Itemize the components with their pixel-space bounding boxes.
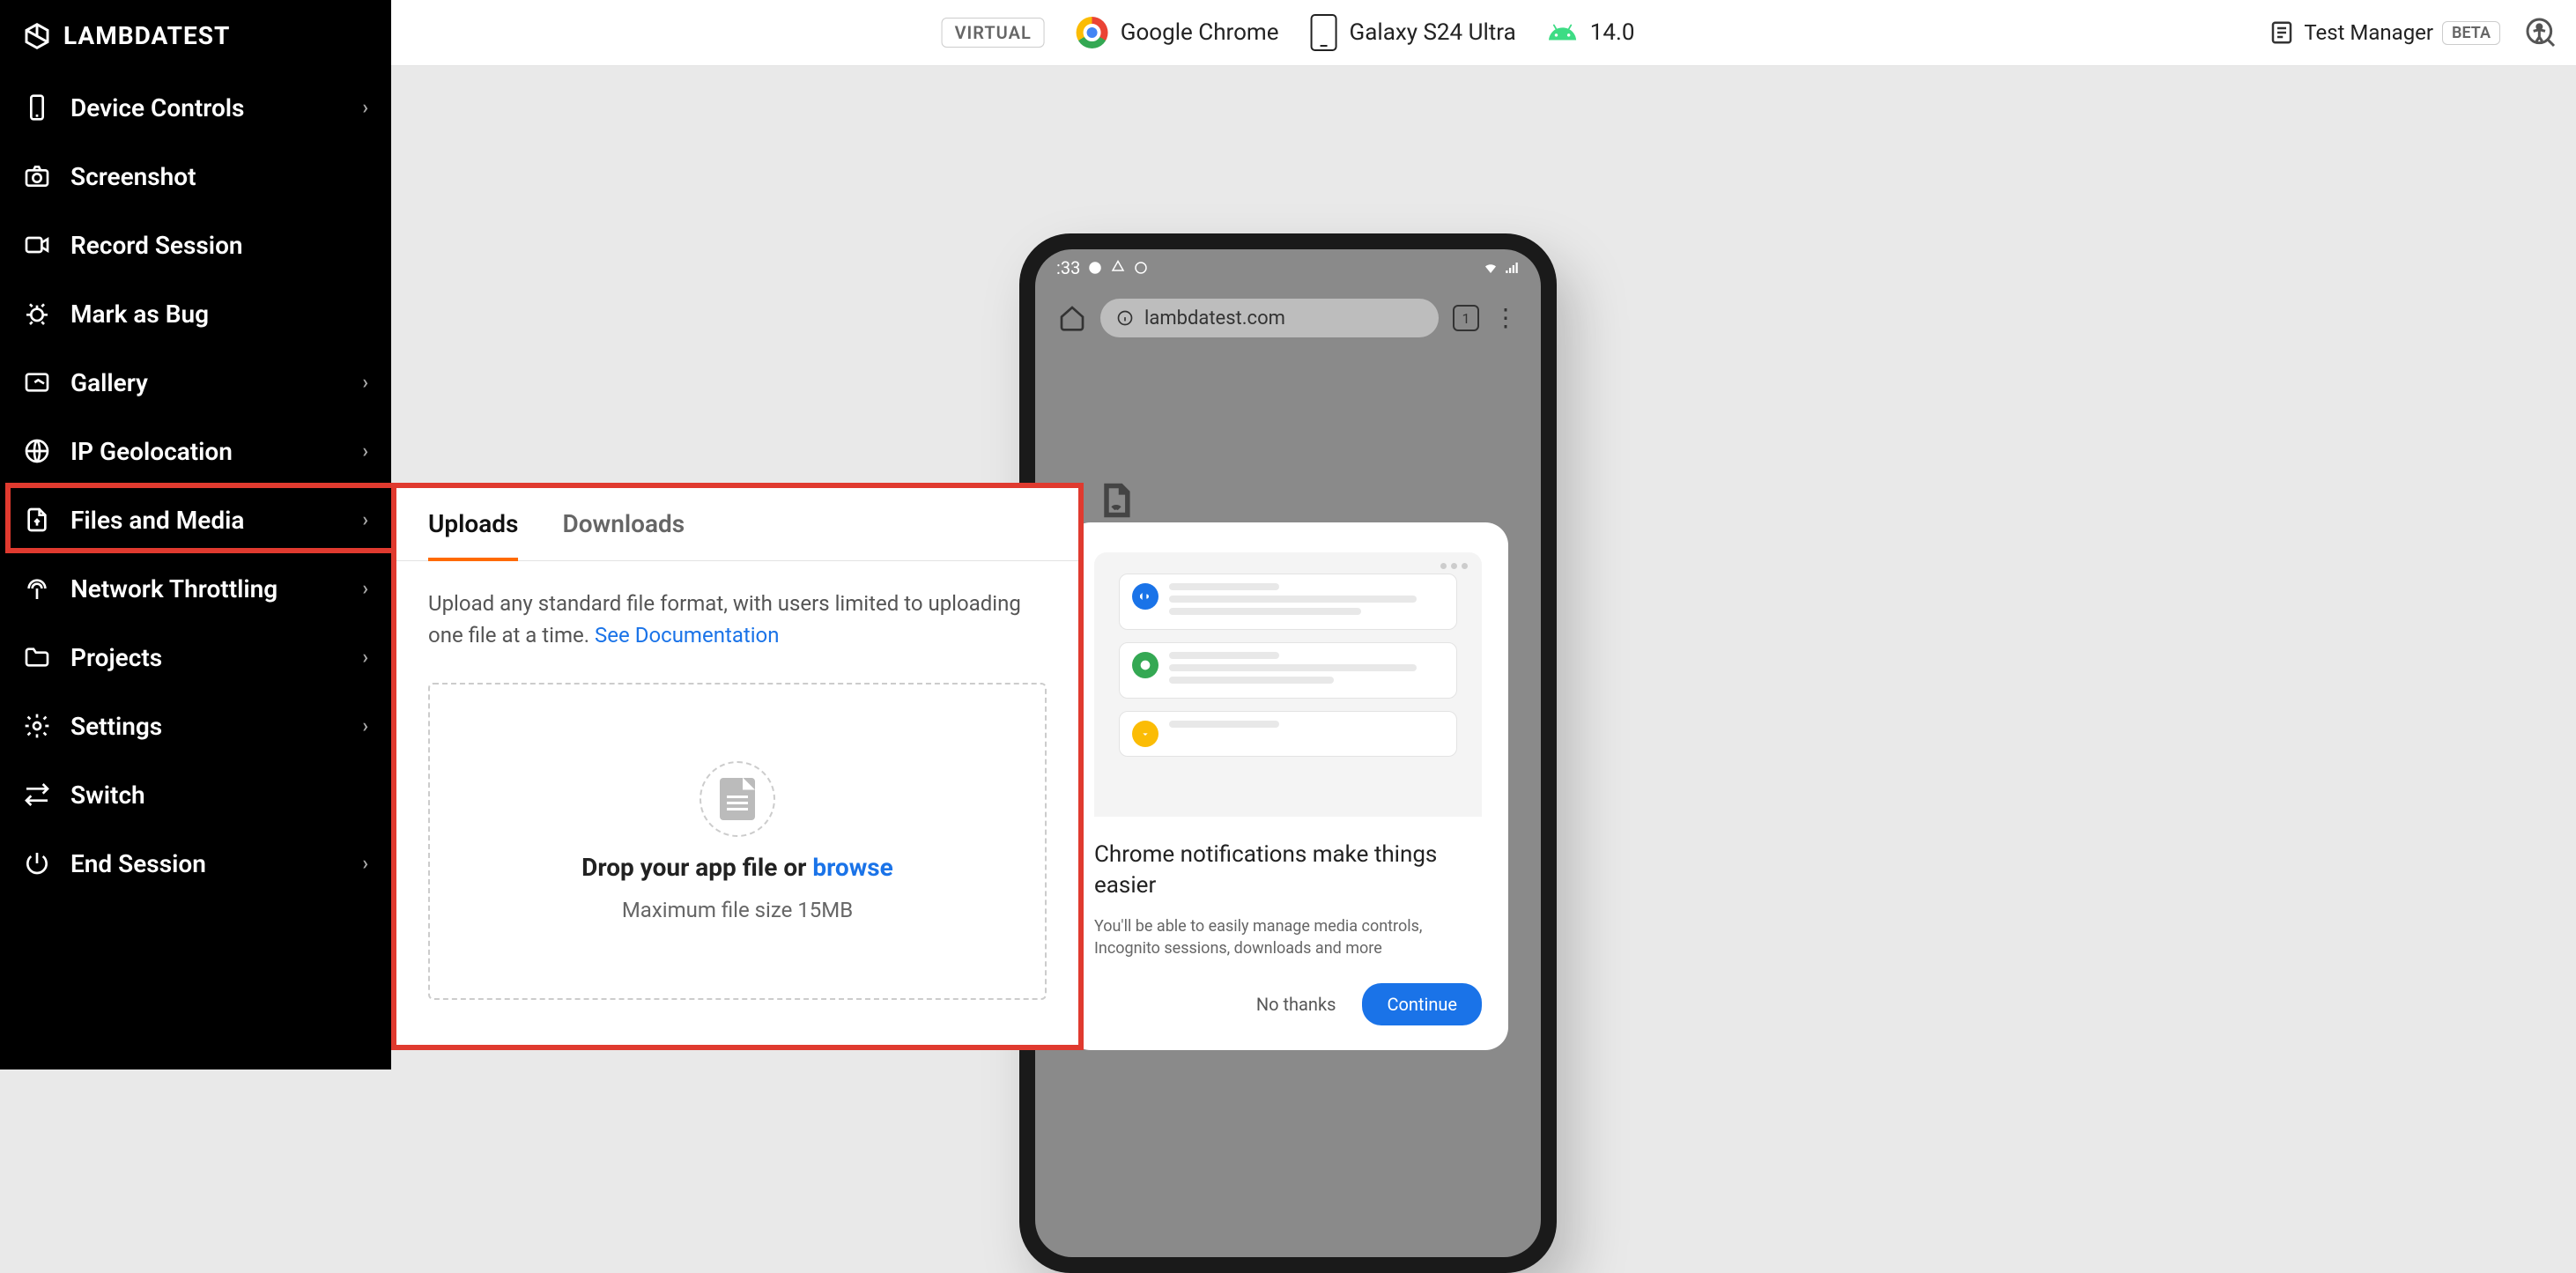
test-manager-icon bbox=[2269, 19, 2295, 46]
logo-icon bbox=[23, 22, 51, 50]
os-label: 14.0 bbox=[1590, 19, 1635, 46]
bug-icon bbox=[23, 300, 51, 328]
modal-title: Chrome notifications make things easier bbox=[1094, 840, 1482, 901]
device-label: Galaxy S24 Ultra bbox=[1350, 19, 1516, 46]
gallery-icon bbox=[23, 368, 51, 396]
status-time: :33 bbox=[1056, 257, 1080, 278]
device-controls-icon bbox=[23, 93, 51, 122]
sidebar-item-settings[interactable]: Settings › bbox=[0, 692, 391, 760]
continue-button[interactable]: Continue bbox=[1362, 983, 1482, 1025]
device-selector[interactable]: Galaxy S24 Ultra bbox=[1311, 14, 1516, 51]
chevron-right-icon: › bbox=[362, 440, 368, 463]
files-icon bbox=[23, 506, 51, 534]
chevron-right-icon: › bbox=[362, 509, 368, 531]
sidebar-label: Mark as Bug bbox=[70, 300, 209, 329]
browser-label: Google Chrome bbox=[1121, 19, 1279, 46]
beta-badge: BETA bbox=[2442, 21, 2500, 45]
signal-icon bbox=[1504, 260, 1520, 276]
sidebar-item-switch[interactable]: Switch bbox=[0, 760, 391, 829]
chevron-right-icon: › bbox=[362, 715, 368, 737]
home-icon[interactable] bbox=[1058, 304, 1086, 332]
chevron-right-icon: › bbox=[362, 853, 368, 875]
accessibility-icon[interactable] bbox=[2523, 15, 2558, 50]
tab-downloads[interactable]: Downloads bbox=[562, 509, 685, 560]
sidebar-label: Device Controls bbox=[70, 93, 244, 122]
status-bar: :33 bbox=[1035, 249, 1541, 286]
status-icon bbox=[1133, 260, 1149, 276]
url-text: lambdatest.com bbox=[1144, 307, 1285, 329]
panel-tabs: Uploads Downloads bbox=[396, 488, 1078, 561]
chevron-right-icon: › bbox=[362, 97, 368, 119]
tab-uploads[interactable]: Uploads bbox=[428, 509, 518, 561]
sidebar-item-device-controls[interactable]: Device Controls › bbox=[0, 73, 391, 142]
sidebar-item-screenshot[interactable]: Screenshot bbox=[0, 142, 391, 211]
sidebar: LAMBDATEST Device Controls › Screenshot … bbox=[0, 0, 391, 1069]
device-preview: :33 lambdatest.com 1 ⋮ bbox=[1019, 233, 1557, 1273]
chevron-right-icon: › bbox=[362, 578, 368, 600]
phone-icon bbox=[1311, 14, 1337, 51]
file-icon bbox=[720, 778, 755, 820]
globe-icon bbox=[23, 437, 51, 465]
phone-screen[interactable]: :33 lambdatest.com 1 ⋮ bbox=[1035, 249, 1541, 1257]
sidebar-label: Projects bbox=[70, 643, 162, 672]
android-icon bbox=[1548, 18, 1578, 48]
info-icon bbox=[1116, 309, 1134, 327]
sidebar-item-end-session[interactable]: End Session › bbox=[0, 829, 391, 898]
sidebar-label: Switch bbox=[70, 781, 145, 810]
sidebar-item-geolocation[interactable]: IP Geolocation › bbox=[0, 417, 391, 485]
virtual-badge: VIRTUAL bbox=[942, 18, 1045, 48]
sidebar-label: Record Session bbox=[70, 231, 243, 260]
browser-toolbar: lambdatest.com 1 ⋮ bbox=[1049, 292, 1527, 344]
chevron-right-icon: › bbox=[362, 372, 368, 394]
sidebar-item-network[interactable]: Network Throttling › bbox=[0, 554, 391, 623]
power-icon bbox=[23, 849, 51, 877]
status-icon bbox=[1087, 260, 1103, 276]
sidebar-item-files-media[interactable]: Files and Media › bbox=[0, 485, 391, 554]
switch-icon bbox=[23, 781, 51, 809]
error-file-icon bbox=[1097, 478, 1136, 522]
upload-dropzone[interactable]: Drop your app file or browse Maximum fil… bbox=[428, 683, 1047, 1000]
sidebar-label: Network Throttling bbox=[70, 574, 278, 603]
menu-button[interactable]: ⋮ bbox=[1493, 306, 1518, 330]
dropzone-subtitle: Maximum file size 15MB bbox=[622, 898, 853, 922]
browse-link[interactable]: browse bbox=[812, 853, 892, 882]
sidebar-label: Gallery bbox=[70, 368, 148, 397]
chrome-notification-modal: Chrome notifications make things easier … bbox=[1068, 522, 1508, 1050]
chevron-right-icon: › bbox=[362, 647, 368, 669]
video-icon bbox=[23, 231, 51, 259]
antenna-icon bbox=[23, 574, 51, 603]
sidebar-label: End Session bbox=[70, 849, 206, 878]
test-manager-link[interactable]: Test Manager BETA bbox=[2269, 19, 2500, 46]
logo-text: LAMBDATEST bbox=[63, 21, 230, 50]
tabs-button[interactable]: 1 bbox=[1453, 305, 1479, 331]
modal-subtitle: You'll be able to easily manage media co… bbox=[1094, 915, 1482, 959]
panel-description: Upload any standard file format, with us… bbox=[428, 588, 1047, 651]
sidebar-label: Settings bbox=[70, 712, 162, 741]
dropzone-title: Drop your app file or browse bbox=[581, 853, 893, 882]
gear-icon bbox=[23, 712, 51, 740]
sidebar-item-gallery[interactable]: Gallery › bbox=[0, 348, 391, 417]
test-manager-label: Test Manager bbox=[2304, 20, 2433, 45]
folder-icon bbox=[23, 643, 51, 671]
see-documentation-link[interactable]: See Documentation bbox=[595, 623, 779, 648]
no-thanks-button[interactable]: No thanks bbox=[1256, 994, 1336, 1015]
sidebar-label: Screenshot bbox=[70, 162, 196, 191]
sidebar-label: IP Geolocation bbox=[70, 437, 233, 466]
logo[interactable]: LAMBDATEST bbox=[0, 12, 391, 73]
url-bar[interactable]: lambdatest.com bbox=[1100, 299, 1439, 337]
modal-illustration bbox=[1094, 552, 1482, 817]
phone-frame: :33 lambdatest.com 1 ⋮ bbox=[1019, 233, 1557, 1273]
camera-icon bbox=[23, 162, 51, 190]
sidebar-item-record[interactable]: Record Session bbox=[0, 211, 391, 279]
chrome-icon bbox=[1077, 17, 1108, 48]
browser-selector[interactable]: Google Chrome bbox=[1077, 17, 1279, 48]
files-media-panel: Uploads Downloads Upload any standard fi… bbox=[396, 488, 1078, 1045]
os-selector[interactable]: 14.0 bbox=[1548, 18, 1635, 48]
wifi-icon bbox=[1483, 260, 1499, 276]
sidebar-item-projects[interactable]: Projects › bbox=[0, 623, 391, 692]
sidebar-item-bug[interactable]: Mark as Bug bbox=[0, 279, 391, 348]
sidebar-label: Files and Media bbox=[70, 506, 244, 535]
status-icon bbox=[1110, 260, 1126, 276]
dropzone-circle bbox=[700, 761, 775, 837]
